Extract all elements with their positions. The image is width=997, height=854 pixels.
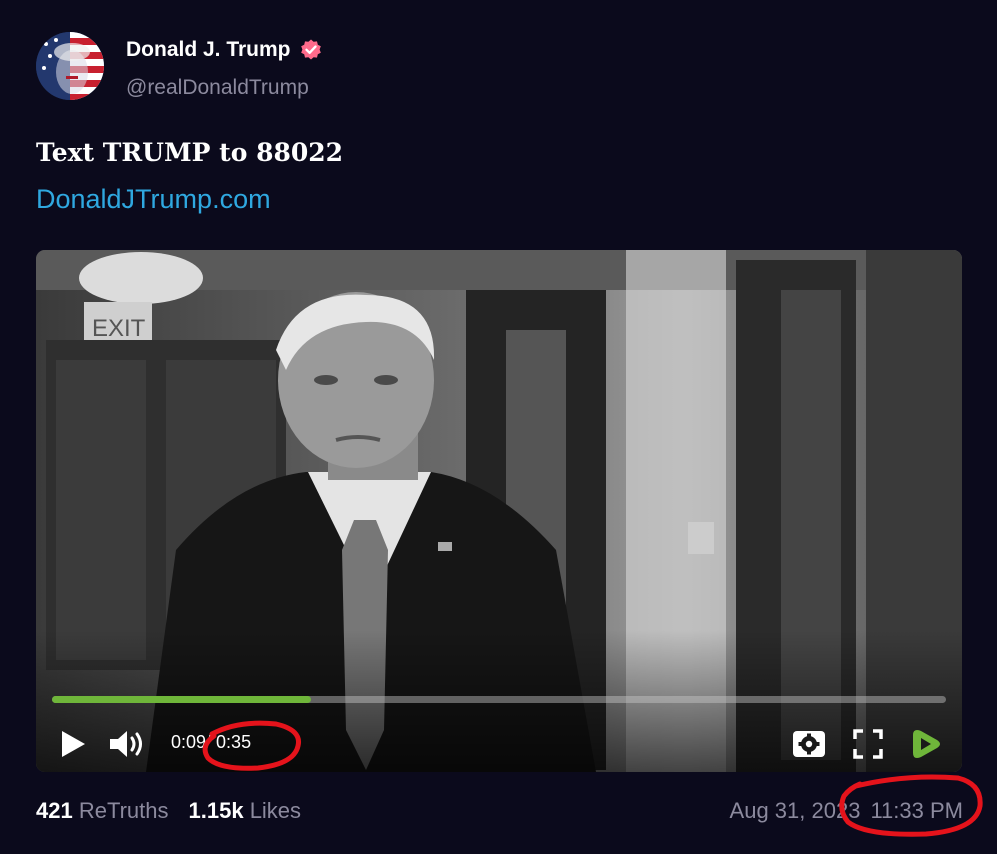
progress-bar[interactable] <box>52 696 946 703</box>
avatar[interactable] <box>36 32 104 100</box>
post-card: Donald J. Trump @realDonaldTrump Text TR… <box>0 0 997 854</box>
current-time: 0:09 <box>171 732 207 752</box>
fullscreen-button[interactable] <box>852 728 884 765</box>
settings-button[interactable] <box>792 728 826 765</box>
likes-count: 1.15k <box>188 798 244 823</box>
video-player[interactable]: EXIT 0:09/ 0:35 <box>36 250 962 772</box>
retruths-label: ReTruths <box>78 798 169 823</box>
post-text: Text TRUMP to 88022 <box>36 138 344 167</box>
volume-button[interactable] <box>108 728 146 765</box>
post-stats: 421 ReTruths 1.15k Likes <box>36 798 301 824</box>
retruths-count: 421 <box>36 798 73 823</box>
verified-badge-icon <box>299 38 323 62</box>
likes-label: Likes <box>249 798 302 823</box>
rumble-logo-button[interactable] <box>908 726 942 767</box>
fullscreen-icon <box>853 729 883 759</box>
time-display: 0:09/ 0:35 <box>171 732 251 753</box>
likes-stat[interactable]: 1.15k Likes <box>189 798 302 824</box>
video-frame: EXIT <box>36 250 962 772</box>
duration: / 0:35 <box>206 732 252 752</box>
post-date: Aug 31, 2023 <box>729 798 861 823</box>
author-handle[interactable]: @realDonaldTrump <box>126 76 309 100</box>
svg-text:EXIT: EXIT <box>92 315 146 342</box>
author-name-row[interactable]: Donald J. Trump <box>126 38 323 62</box>
settings-icon <box>793 731 825 757</box>
play-button[interactable] <box>58 728 88 765</box>
play-icon <box>62 731 85 757</box>
retruths-stat[interactable]: 421 ReTruths <box>36 798 169 824</box>
rumble-logo-icon <box>913 730 940 758</box>
post-link[interactable]: DonaldJTrump.com <box>36 184 271 215</box>
avatar-image <box>36 32 104 100</box>
progress-bar-fill <box>52 696 312 703</box>
post-time: 11:33 PM <box>870 798 963 823</box>
volume-icon <box>110 731 142 757</box>
author-display-name[interactable]: Donald J. Trump <box>126 38 291 62</box>
post-timestamp[interactable]: Aug 31, 2023 11:33 PM <box>730 798 963 824</box>
